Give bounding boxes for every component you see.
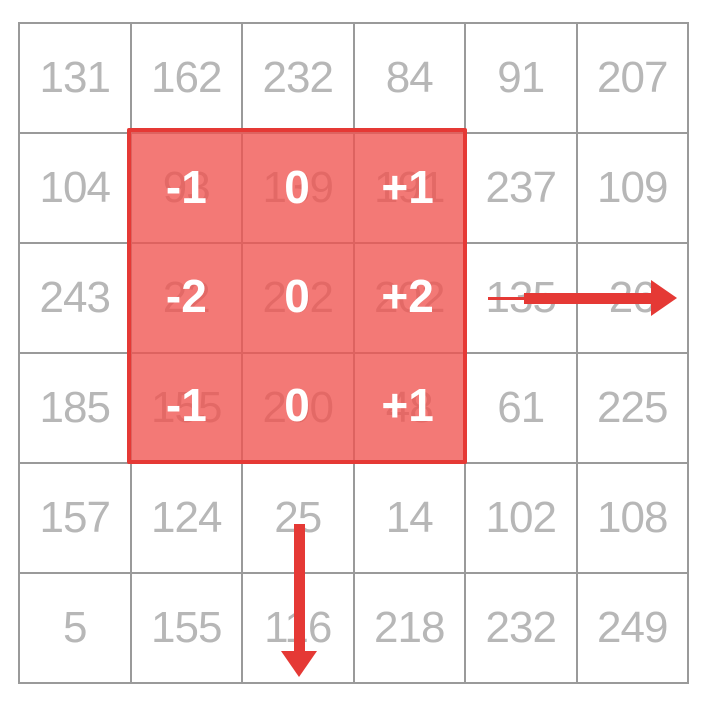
grid-cell: 131 xyxy=(19,23,131,133)
grid-cell: 5 xyxy=(19,573,131,683)
grid-cell: 157 xyxy=(19,463,131,573)
kernel-cell: 0 xyxy=(242,132,353,241)
grid-cell: 207 xyxy=(577,23,689,133)
grid-cell: 124 xyxy=(131,463,243,573)
grid-cell: 232 xyxy=(242,23,354,133)
diagram-container: 131 162 232 84 91 207 104 93 139 191 237… xyxy=(0,0,706,706)
grid-cell: 104 xyxy=(19,133,131,243)
grid-cell: 232 xyxy=(465,573,577,683)
grid-cell: 108 xyxy=(577,463,689,573)
kernel-cell: 0 xyxy=(242,241,353,350)
grid-cell: 185 xyxy=(19,353,131,463)
grid-cell: 162 xyxy=(131,23,243,133)
grid-cell: 155 xyxy=(131,573,243,683)
kernel-cell: -1 xyxy=(131,132,242,241)
kernel-cell: +2 xyxy=(352,241,463,350)
kernel-cell: -1 xyxy=(131,351,242,460)
grid-cell: 218 xyxy=(354,573,466,683)
kernel-cell: -2 xyxy=(131,241,242,350)
grid-cell: 225 xyxy=(577,353,689,463)
grid-cell: 243 xyxy=(19,243,131,353)
arrow-down-icon xyxy=(281,524,317,677)
grid-cell: 61 xyxy=(465,353,577,463)
grid-cell: 109 xyxy=(577,133,689,243)
grid-cell: 91 xyxy=(465,23,577,133)
kernel-cell: 0 xyxy=(242,351,353,460)
arrow-right-icon xyxy=(524,280,677,316)
grid-cell: 237 xyxy=(465,133,577,243)
grid-cell: 249 xyxy=(577,573,689,683)
kernel-cell: +1 xyxy=(352,351,463,460)
grid-cell: 84 xyxy=(354,23,466,133)
grid-cell: 102 xyxy=(465,463,577,573)
grid-cell: 14 xyxy=(354,463,466,573)
convolution-kernel: -1 0 +1 -2 0 +2 -1 0 +1 xyxy=(127,128,467,464)
kernel-cell: +1 xyxy=(352,132,463,241)
